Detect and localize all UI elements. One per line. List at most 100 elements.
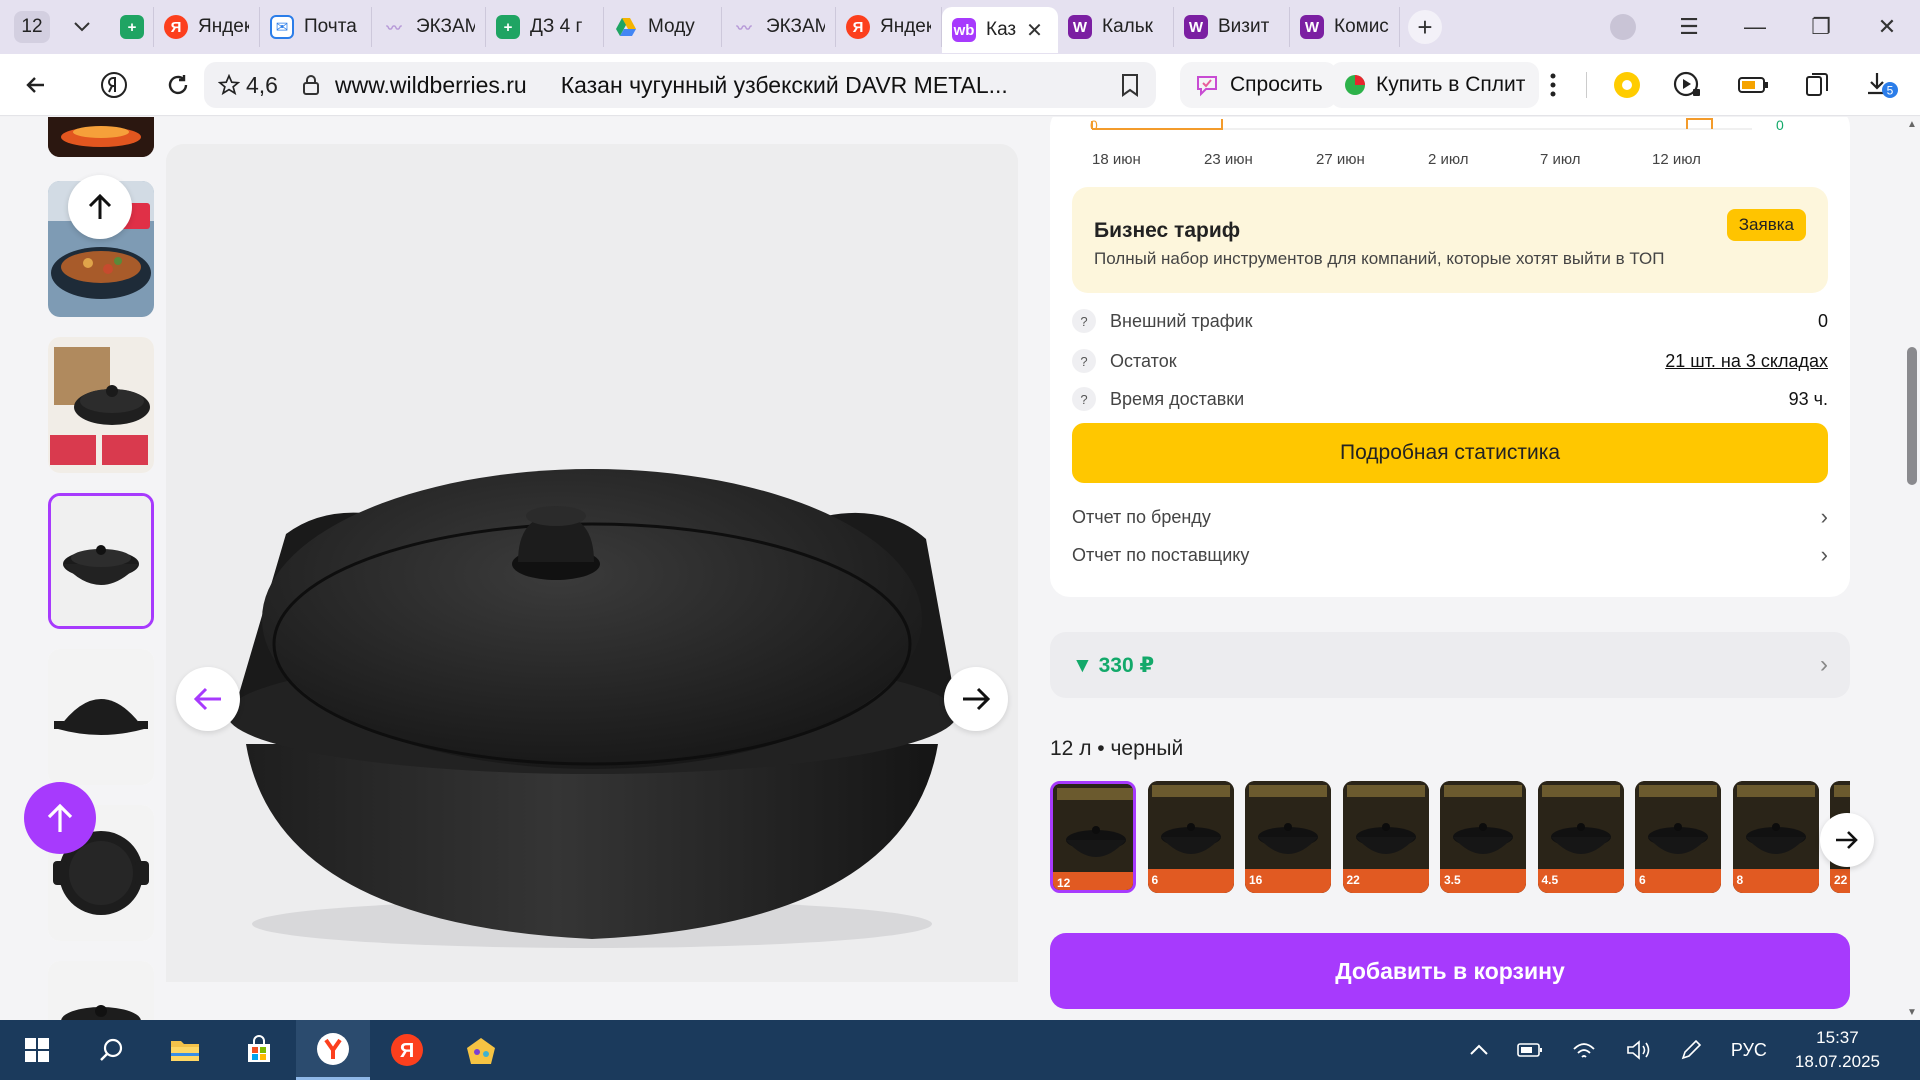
browser-tab[interactable]: + — [110, 7, 154, 47]
menu-icon[interactable]: ☰ — [1656, 0, 1722, 54]
minimize-button[interactable]: — — [1722, 0, 1788, 54]
search-icon[interactable] — [74, 1020, 148, 1080]
close-tab-icon[interactable]: ✕ — [1026, 18, 1043, 43]
browser-tab[interactable]: Моду — [604, 7, 722, 47]
browser-tab[interactable]: W Кальк — [1058, 7, 1174, 47]
plus-coin-icon[interactable] — [1610, 68, 1644, 102]
variant-thumbnail[interactable]: 16 — [1245, 781, 1331, 893]
thumbnails-up-button[interactable] — [68, 175, 132, 239]
detailed-stats-button[interactable]: Подробная статистика — [1072, 423, 1828, 483]
site-rating[interactable]: 4,6 — [218, 72, 278, 99]
store-icon[interactable] — [222, 1020, 296, 1080]
sheets-icon: + — [496, 15, 520, 39]
chart-date-label: 27 июн — [1316, 151, 1365, 168]
brand-report-link[interactable]: Отчет по бренду › — [1072, 503, 1828, 531]
ask-alice-button[interactable]: Спросить — [1180, 62, 1337, 108]
reload-button[interactable] — [150, 61, 206, 109]
analytics-card: 0 0 18 июн 23 июн 27 июн 2 июл 7 июл 12 июл Б… — [1050, 117, 1850, 597]
browser-tab[interactable]: wb Каз ✕ — [942, 7, 1058, 53]
chevron-down-icon[interactable] — [66, 11, 98, 43]
yandex-logo-icon[interactable] — [86, 61, 142, 109]
browser-tab[interactable]: + ДЗ 4 г — [486, 7, 604, 47]
w-icon: W — [1300, 15, 1324, 39]
battery-saver-icon[interactable] — [1736, 68, 1770, 102]
lock-icon[interactable] — [301, 74, 321, 96]
sheets-icon: + — [120, 15, 144, 39]
variant-thumbnail[interactable]: 22 — [1342, 781, 1429, 893]
scroll-down-arrow[interactable]: ▼ — [1907, 1007, 1917, 1018]
chart-axis-left: 0 — [1090, 117, 1098, 133]
alice-chat-icon — [1197, 76, 1217, 97]
yandex-icon[interactable]: Я — [370, 1020, 444, 1080]
kazan-package-image — [1147, 781, 1234, 893]
bookmark-icon[interactable] — [1118, 72, 1142, 98]
next-image-button[interactable] — [944, 667, 1008, 731]
variant-volume: 6 — [1639, 873, 1646, 887]
buy-split-button[interactable]: Купить в Сплит — [1330, 62, 1540, 108]
supplier-report-link[interactable]: Отчет по поставщику › — [1072, 541, 1828, 569]
variant-thumbnail[interactable]: 4.5 — [1537, 781, 1624, 893]
downloads-icon[interactable]: 5 — [1864, 68, 1898, 102]
stat-row-delivery: ? Время доставки 93 ч. — [1072, 385, 1828, 413]
help-icon[interactable]: ? — [1072, 387, 1096, 411]
variant-thumbnail[interactable]: 6 — [1635, 781, 1721, 893]
variant-thumbnail[interactable]: 8 — [1732, 781, 1819, 893]
browser-tab[interactable]: 〰 ЭКЗАМ — [722, 7, 836, 47]
close-window-button[interactable]: ✕ — [1854, 0, 1920, 54]
browser-tab[interactable]: ✉ Почта — [260, 7, 372, 47]
wb-icon: wb — [952, 18, 976, 42]
new-tab-button[interactable]: + — [1408, 10, 1442, 44]
language-indicator[interactable]: РУС — [1731, 1040, 1767, 1061]
browser-tab[interactable]: Я Яндек — [836, 7, 942, 47]
thumbnail-box[interactable] — [48, 337, 154, 473]
game-icon[interactable] — [444, 1020, 518, 1080]
browser-tab[interactable]: W Визит — [1174, 7, 1290, 47]
help-icon[interactable]: ? — [1072, 309, 1096, 333]
video-play-icon[interactable] — [1670, 68, 1704, 102]
scroll-to-top-button[interactable] — [24, 782, 96, 854]
help-icon[interactable]: ? — [1072, 349, 1096, 373]
mail-icon: ✉ — [270, 15, 294, 39]
browser-tab[interactable]: 〰 ЭКЗАМ — [372, 7, 486, 47]
add-to-cart-button[interactable]: Добавить в корзину — [1050, 933, 1850, 1009]
variant-thumbnail[interactable]: 12 — [1050, 781, 1136, 893]
file-explorer-icon[interactable] — [148, 1020, 222, 1080]
thumbnail-fire[interactable] — [48, 117, 154, 157]
stock-link[interactable]: 21 шт. на 3 складах — [1665, 351, 1828, 372]
variant-thumbnail[interactable]: 6 — [1147, 781, 1234, 893]
tab-label: Яндек — [880, 16, 931, 37]
yandex-browser-icon[interactable] — [296, 1020, 370, 1080]
chevron-up-icon[interactable] — [1469, 1044, 1489, 1056]
pen-icon[interactable] — [1679, 1038, 1703, 1062]
clock-date: 18.07.2025 — [1794, 1052, 1880, 1071]
omnibox[interactable]: 4,6 www.wildberries.ru Казан чугунный уз… — [204, 62, 1156, 108]
page-scrollbar[interactable]: ▲ ▼ — [1904, 117, 1920, 1020]
battery-icon[interactable] — [1517, 1042, 1543, 1058]
windows-start-icon[interactable] — [0, 1020, 74, 1080]
variant-volume: 22 — [1834, 873, 1848, 887]
maximize-button[interactable]: ❐ — [1788, 0, 1854, 54]
rating-value: 4,6 — [246, 71, 278, 98]
profile-button[interactable] — [1590, 0, 1656, 54]
clock[interactable]: 15:37 18.07.2025 — [1795, 1026, 1880, 1074]
variant-thumbnail[interactable]: 3.5 — [1440, 781, 1526, 893]
thumbnail-kazan-lid[interactable] — [48, 493, 154, 629]
scroll-thumb[interactable] — [1907, 347, 1917, 485]
product-main-image[interactable] — [166, 144, 1018, 982]
wifi-icon[interactable] — [1571, 1039, 1597, 1061]
variants-next-button[interactable] — [1820, 813, 1874, 867]
tab-count-button[interactable]: 12 — [14, 11, 50, 43]
collections-icon[interactable] — [1800, 68, 1834, 102]
scroll-up-arrow[interactable]: ▲ — [1907, 119, 1917, 130]
price-history-bar[interactable]: ▼ 330 ₽ › — [1050, 632, 1850, 698]
more-vertical-icon[interactable] — [1536, 68, 1570, 102]
thumbnail-kazan-side[interactable] — [48, 961, 154, 1020]
prev-image-button[interactable] — [176, 667, 240, 731]
application-badge[interactable]: Заявка — [1726, 209, 1806, 241]
browser-tab[interactable]: Я Яндек — [154, 7, 260, 47]
volume-icon[interactable] — [1625, 1039, 1651, 1061]
browser-tab[interactable]: W Комис — [1290, 7, 1400, 47]
business-tariff-banner[interactable]: Бизнес тариф Полный набор инструментов д… — [1072, 187, 1828, 293]
back-button[interactable] — [8, 61, 64, 109]
thumbnail-kazan-bottom[interactable] — [48, 649, 154, 785]
